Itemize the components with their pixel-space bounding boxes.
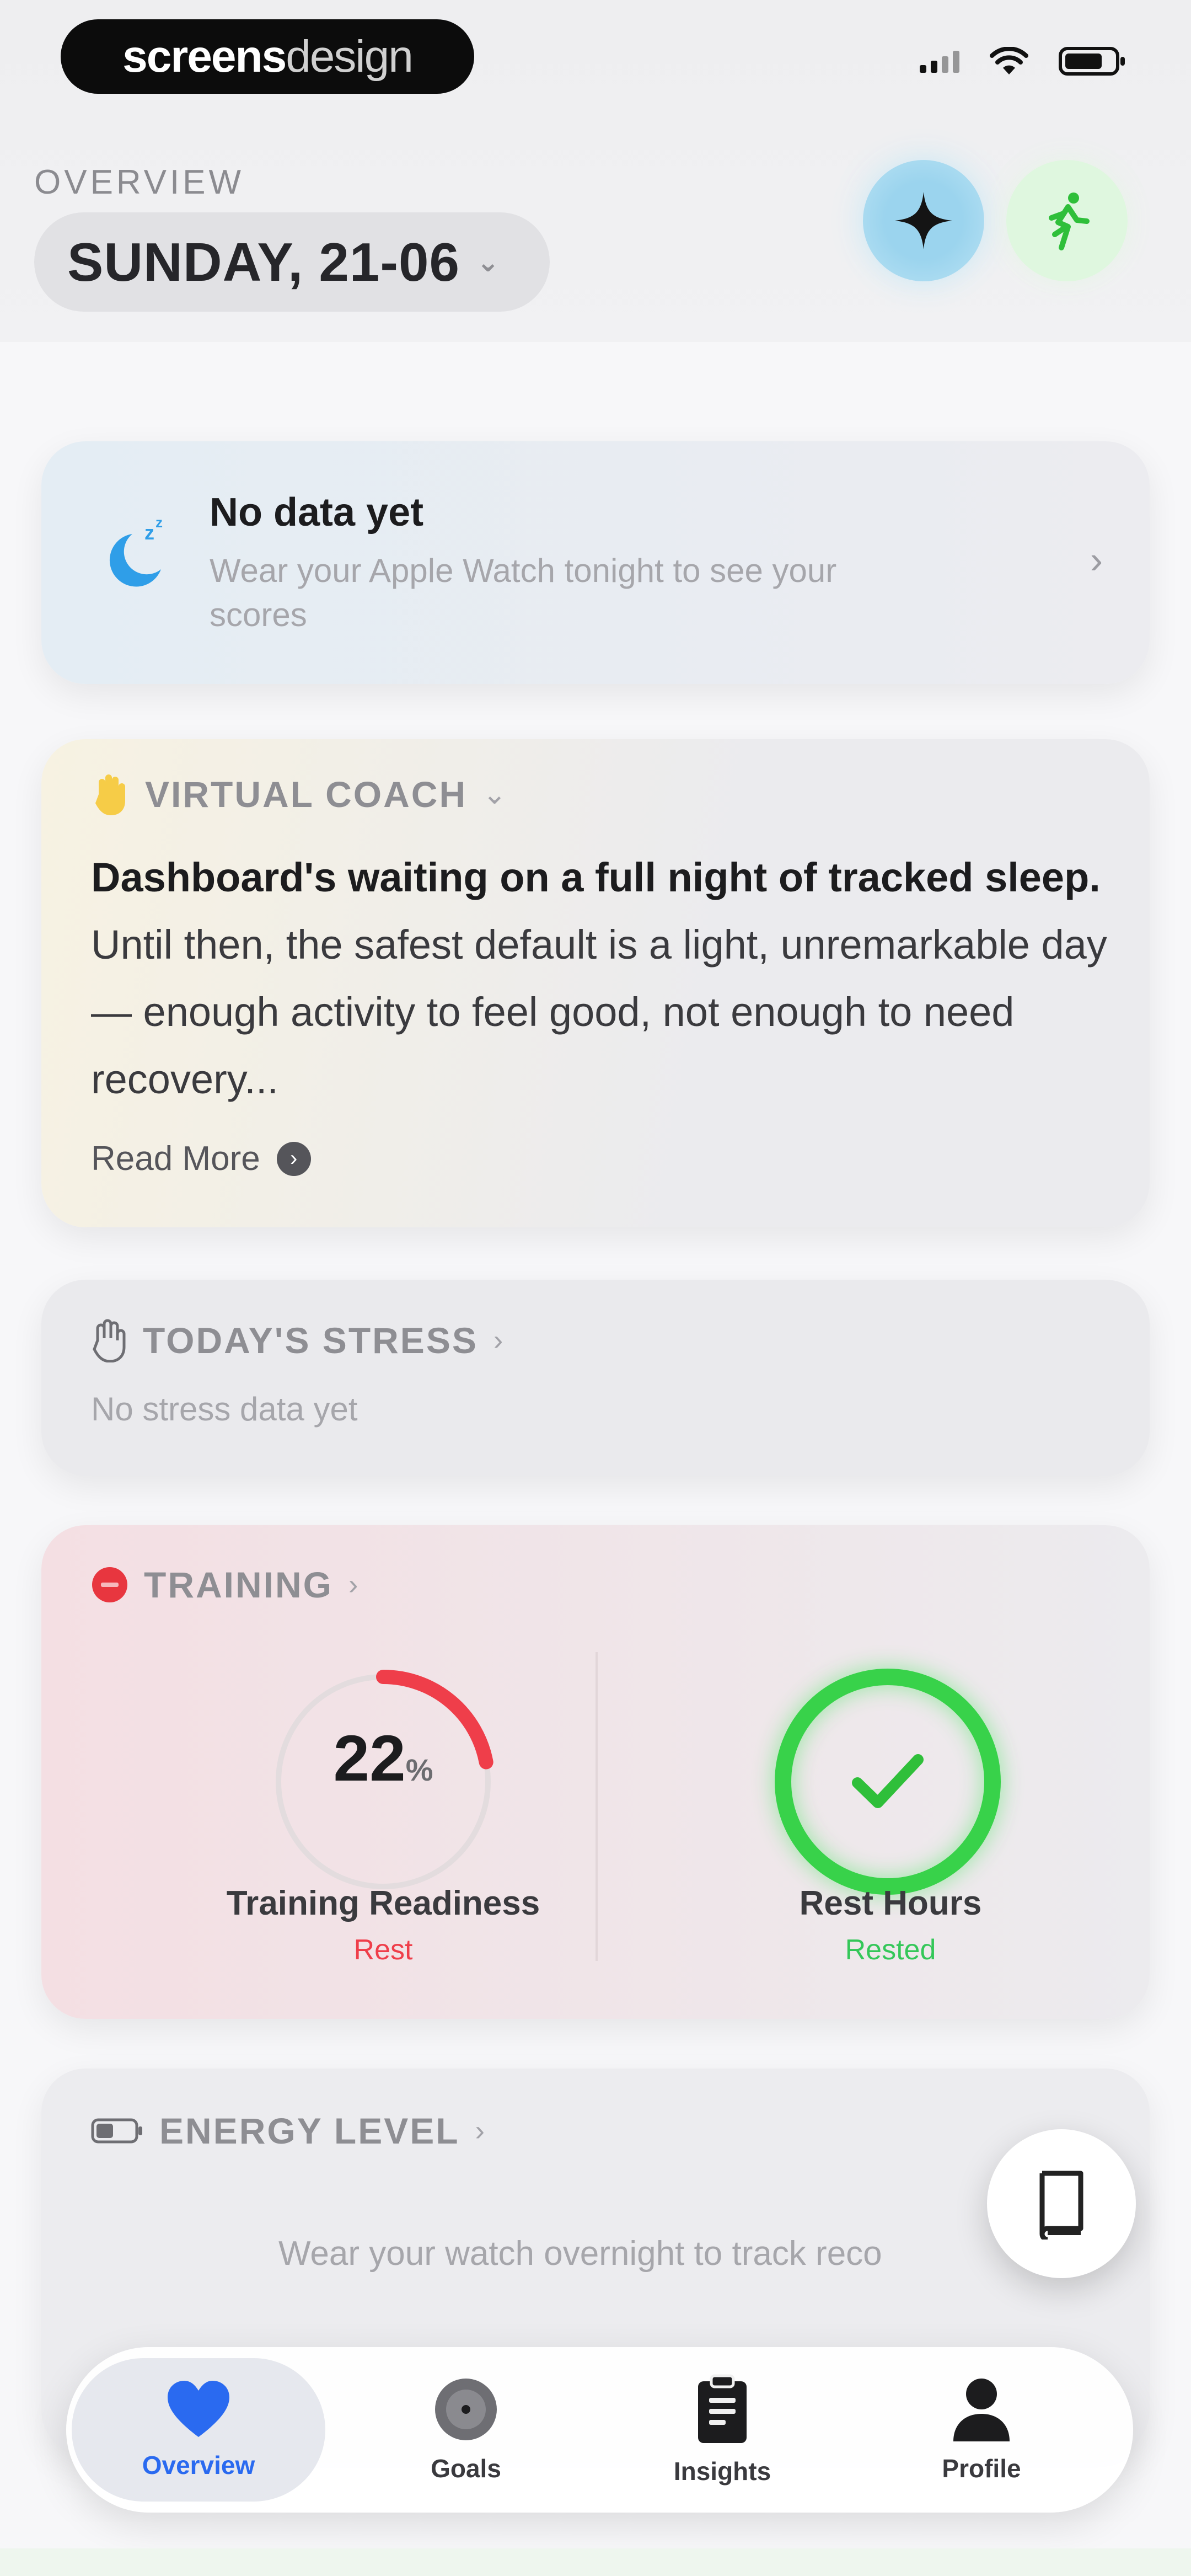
target-icon [435, 2379, 497, 2440]
energy-subtitle: Wear your watch overnight to track reco [278, 2235, 882, 2273]
tab-goals[interactable]: Goals [339, 2358, 593, 2502]
workout-button[interactable] [1006, 160, 1128, 281]
virtual-coach-card[interactable]: VIRTUAL COACH ⌄ Dashboard's waiting on a… [41, 739, 1150, 1227]
readiness-status: Rest [353, 1934, 413, 1966]
header: screens design OVERVIEW SUNDAY, 21-06 ⌄ [0, 0, 1191, 342]
no-data-subtitle: Wear your Apple Watch tonight to see you… [210, 552, 837, 633]
coach-label: VIRTUAL COACH [145, 774, 468, 815]
date-label: SUNDAY, 21-06 [67, 231, 460, 292]
running-figure-icon [1049, 193, 1090, 250]
moon-sleep-icon: z z [109, 519, 163, 587]
training-header[interactable]: TRAINING › [91, 1564, 358, 1606]
person-icon [953, 2379, 1010, 2441]
hand-stress-icon [93, 1319, 126, 1362]
energy-header[interactable]: ENERGY LEVEL › [91, 2110, 485, 2152]
hand-icon [95, 774, 125, 815]
status-bar [920, 47, 1125, 76]
tab-label: Profile [942, 2454, 1021, 2483]
tab-label: Overview [142, 2451, 255, 2479]
section-label: OVERVIEW [34, 163, 245, 201]
chevron-right-icon: › [1090, 538, 1103, 581]
chevron-right-icon: › [493, 1324, 503, 1356]
readiness-label: Training Readiness [226, 1884, 540, 1922]
journal-button[interactable] [987, 2129, 1136, 2278]
read-more-link[interactable]: Read More › [91, 1139, 311, 1178]
ai-sparkle-button[interactable] [863, 160, 984, 281]
chevron-right-icon: › [348, 1569, 358, 1601]
battery-icon [1059, 47, 1125, 76]
training-card[interactable]: TRAINING › 22% Training Readiness Rest R… [41, 1525, 1150, 2019]
no-data-title: No data yet [210, 490, 424, 535]
battery-icon [91, 2118, 142, 2144]
screen: screensdesign OVERVIEW SUNDAY, 21-06 ⌄ [0, 0, 1191, 2576]
divider [596, 1652, 598, 1961]
book-icon [1039, 2171, 1083, 2240]
stress-subtitle: No stress data yet [91, 1391, 358, 1428]
rest-hours-status: Rested [845, 1934, 936, 1966]
rest-hours-label: Rest Hours [799, 1884, 982, 1922]
training-label: TRAINING [144, 1564, 333, 1605]
stress-label: TODAY'S STRESS [143, 1320, 478, 1361]
brand-logo: screens design [61, 19, 474, 94]
tab-overview[interactable]: Overview [72, 2358, 325, 2502]
sparkle-icon [895, 192, 952, 249]
tab-label: Goals [431, 2454, 501, 2483]
checkmark-icon [852, 1754, 924, 1808]
cellular-signal-icon [920, 50, 959, 73]
tab-insights[interactable]: Insights [596, 2358, 849, 2502]
energy-label: ENERGY LEVEL [159, 2110, 460, 2151]
chevron-right-icon: › [475, 2115, 485, 2147]
readiness-value: 22% [333, 1722, 433, 1795]
svg-text:z: z [155, 519, 163, 531]
wifi-icon [990, 47, 1028, 74]
tab-bar: Overview Goals Insights Profile [66, 2347, 1133, 2513]
training-icon [92, 1567, 127, 1602]
clipboard-icon [698, 2374, 747, 2443]
chevron-down-icon: ⌄ [482, 778, 507, 810]
home-indicator-area [0, 2548, 1191, 2576]
tab-profile[interactable]: Profile [855, 2358, 1108, 2502]
heart-icon [168, 2381, 229, 2437]
stress-header[interactable]: TODAY'S STRESS › [91, 1318, 503, 1362]
chevron-down-icon: ⌄ [476, 247, 500, 277]
no-data-card[interactable]: z z No data yet Wear your Apple Watch to… [41, 441, 1150, 684]
coach-header[interactable]: VIRTUAL COACH ⌄ [91, 772, 507, 816]
date-selector[interactable]: SUNDAY, 21-06 ⌄ [34, 212, 550, 312]
chevron-circle-icon: › [276, 1141, 311, 1176]
svg-text:z: z [144, 521, 154, 544]
coach-message: Dashboard's waiting on a full night of t… [91, 854, 1107, 1102]
tab-label: Insights [673, 2457, 771, 2486]
stress-card[interactable]: TODAY'S STRESS › No stress data yet [41, 1280, 1150, 1476]
